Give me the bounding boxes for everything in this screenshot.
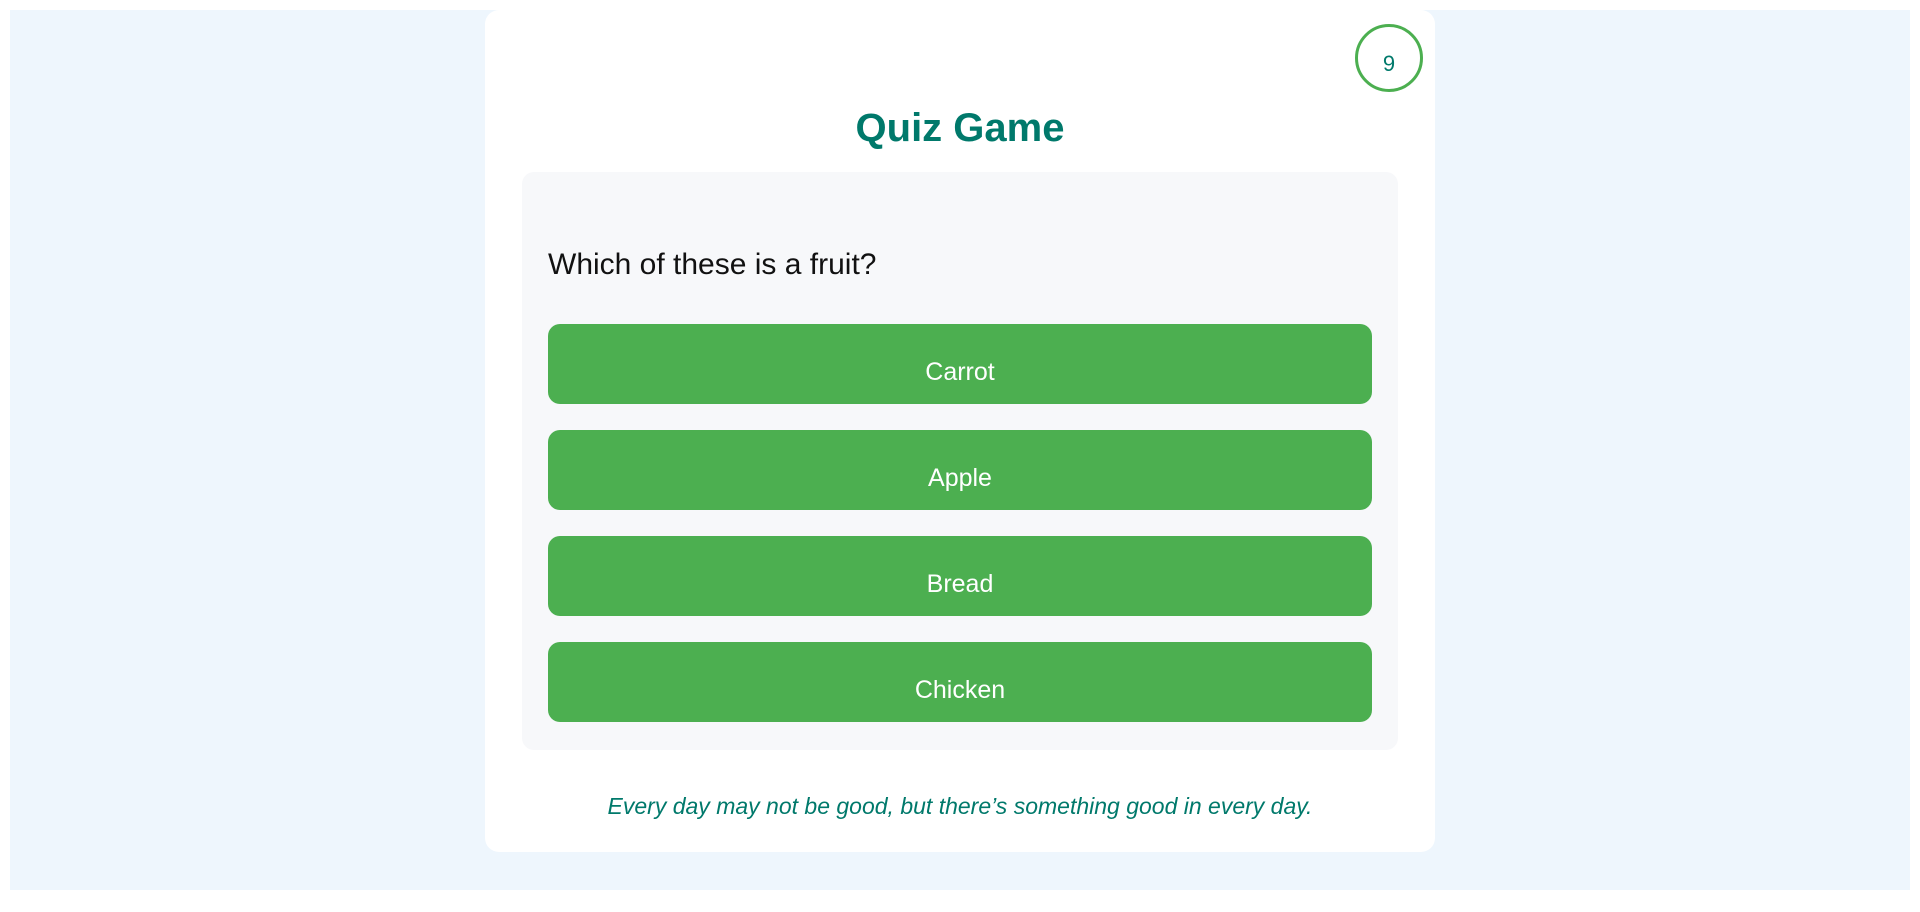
countdown-timer: 9 bbox=[1355, 24, 1423, 92]
timer-value: 9 bbox=[1382, 51, 1396, 76]
answer-button-chicken[interactable]: Chicken bbox=[548, 642, 1372, 722]
game-title: Quiz Game bbox=[855, 106, 1065, 150]
answer-button-bread[interactable]: Bread bbox=[548, 536, 1372, 616]
quiz-card: 9 Quiz Game Which of these is a fruit? C… bbox=[485, 10, 1435, 852]
question-panel: Which of these is a fruit? Carrot Apple … bbox=[522, 172, 1398, 750]
answer-button-carrot[interactable]: Carrot bbox=[548, 324, 1372, 404]
answer-button-apple[interactable]: Apple bbox=[548, 430, 1372, 510]
motivational-quote: Every day may not be good, but there’s s… bbox=[607, 793, 1313, 819]
question-text: Which of these is a fruit? bbox=[548, 248, 877, 281]
